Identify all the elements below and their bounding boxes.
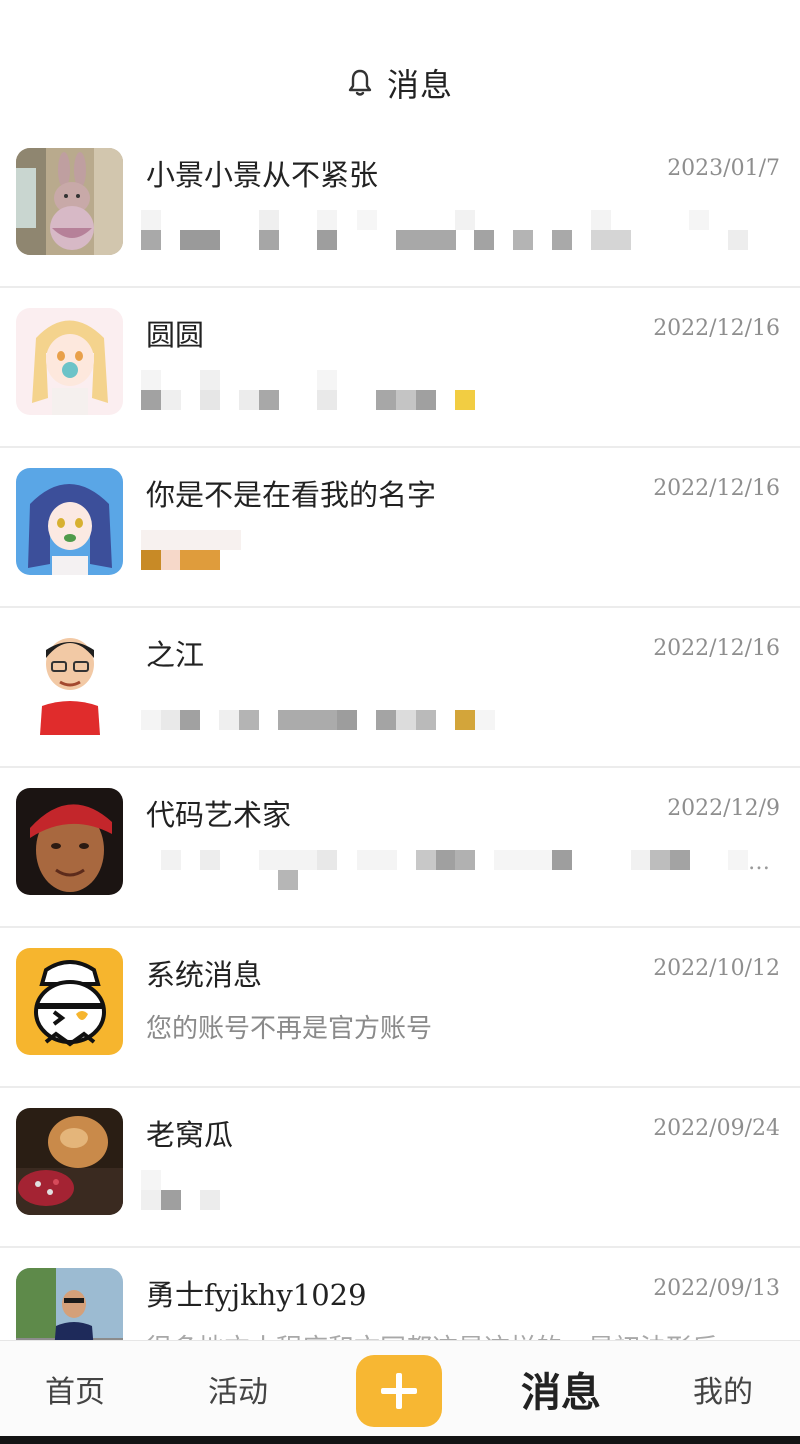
message-date: 2023/01/7: [667, 156, 780, 181]
contact-name: 勇士fyjkhy1029: [146, 1278, 367, 1312]
contact-name: 代码艺术家: [146, 798, 292, 832]
cartoon-man-avatar[interactable]: [16, 628, 123, 735]
bell-icon: [348, 69, 372, 96]
tab-home[interactable]: 首页: [20, 1341, 130, 1437]
truncation-ellipsis: …: [748, 850, 772, 875]
contact-name: 圆圆: [146, 318, 205, 352]
page-title: 消息: [386, 66, 453, 104]
bandana-man-avatar[interactable]: [16, 788, 123, 895]
message-date: 2022/12/16: [653, 316, 780, 341]
tab-mine[interactable]: 我的: [668, 1341, 778, 1437]
message-row[interactable]: 老窝瓜 2022/09/24: [0, 1088, 800, 1248]
message-date: 2022/12/16: [653, 636, 780, 661]
message-preview-blurred: [141, 200, 771, 260]
plus-icon: [381, 1373, 417, 1409]
anime-girl-blue-avatar[interactable]: [16, 468, 123, 575]
contact-name: 小景小景从不紧张: [146, 158, 379, 192]
message-preview: 您的账号不再是官方账号: [146, 1014, 433, 1044]
mascot-avatar[interactable]: [16, 948, 123, 1055]
message-date: 2022/12/9: [667, 796, 780, 821]
message-date: 2022/09/13: [653, 1276, 780, 1301]
man-suit-avatar[interactable]: [16, 1268, 123, 1340]
message-preview-blurred: [141, 840, 771, 900]
message-row[interactable]: 系统消息 2022/10/12 您的账号不再是官方账号: [0, 928, 800, 1088]
message-date: 2022/09/24: [653, 1116, 780, 1141]
message-preview-blurred: [141, 520, 771, 580]
message-preview-blurred: [141, 360, 771, 420]
anime-girl-blonde-avatar[interactable]: [16, 308, 123, 415]
message-row[interactable]: 小景小景从不紧张 2023/01/7: [0, 128, 800, 288]
bottom-tab-bar: 首页 活动 消息 我的: [0, 1340, 800, 1436]
contact-name: 你是不是在看我的名字: [146, 478, 437, 512]
message-row[interactable]: 之江 2022/12/16: [0, 608, 800, 768]
header-bar: 消息: [0, 0, 800, 140]
message-preview-blurred: [141, 680, 771, 740]
message-row[interactable]: 勇士fyjkhy1029 2022/09/13 很多地方小程序和文网都这是这样的…: [0, 1248, 800, 1340]
message-row[interactable]: 代码艺术家 2022/12/9 …: [0, 768, 800, 928]
message-row[interactable]: 圆圆 2022/12/16: [0, 288, 800, 448]
message-row[interactable]: 你是不是在看我的名字 2022/12/16: [0, 448, 800, 608]
contact-name: 老窝瓜: [146, 1118, 234, 1152]
contact-name: 系统消息: [146, 958, 263, 992]
add-post-button[interactable]: [356, 1355, 442, 1427]
message-date: 2022/10/12: [653, 956, 780, 981]
contact-name: 之江: [146, 638, 205, 672]
message-date: 2022/12/16: [653, 476, 780, 501]
message-preview: 很多地方小程序和文网都这是这样的，是初法形后: [146, 1328, 718, 1340]
tab-messages[interactable]: 消息: [500, 1341, 622, 1437]
system-home-bar: [0, 1436, 800, 1444]
bunny-avatar[interactable]: [16, 148, 123, 255]
message-preview-blurred: [141, 1160, 771, 1220]
tab-activity[interactable]: 活动: [183, 1341, 293, 1437]
pomegranate-avatar[interactable]: [16, 1108, 123, 1215]
message-list: 小景小景从不紧张 2023/01/7 圆圆 2022/12/16 你是不是在看我…: [0, 128, 800, 1340]
